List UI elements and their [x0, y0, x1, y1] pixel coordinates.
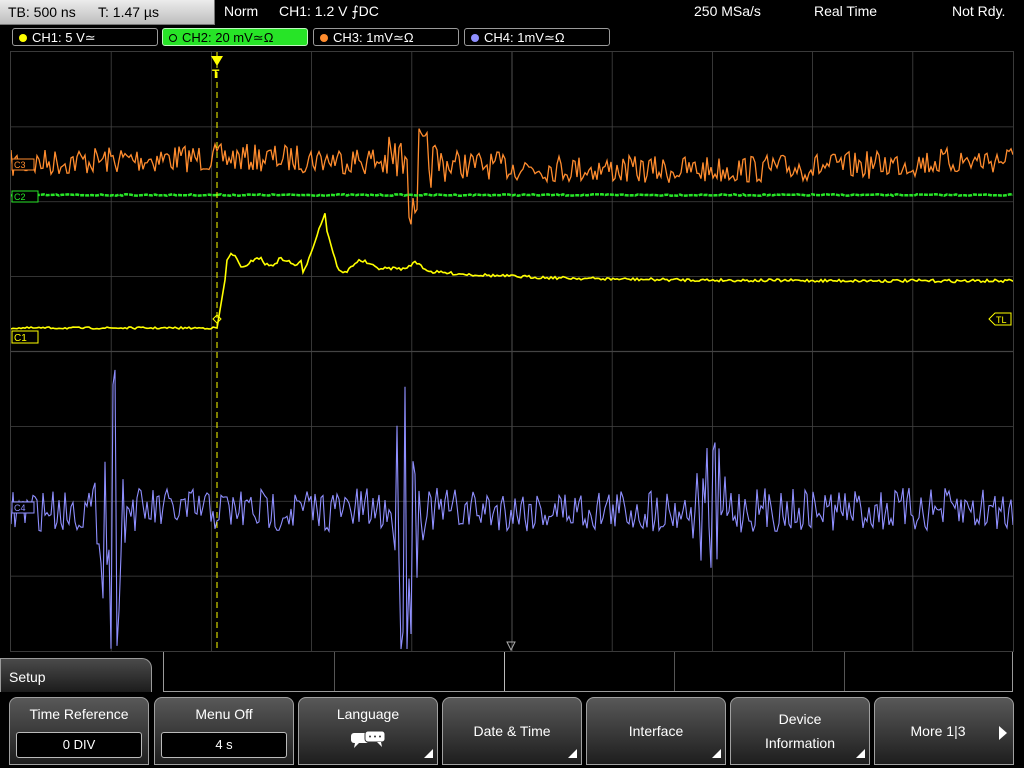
ch3-marker-label: C3: [14, 160, 26, 170]
ch1-label: CH1: 5 V≃: [32, 30, 96, 45]
channel-tab-ch1[interactable]: CH1: 5 V≃: [12, 28, 158, 46]
horizontal-position-icon: [506, 641, 516, 651]
acquisition-mode: Real Time: [814, 3, 878, 19]
waveform-canvas: T C3 C2 C1 C4 TL: [11, 52, 1013, 651]
time-offset-value: T: 1.47 µs: [98, 4, 159, 20]
ch2-reference-marker[interactable]: C2: [11, 190, 39, 203]
ch4-reference-marker[interactable]: C4: [11, 501, 35, 514]
ch1-reference-marker[interactable]: C1: [11, 330, 39, 344]
ch3-label: CH3: 1mV≃Ω: [333, 30, 414, 45]
submenu-corner-icon: [856, 749, 865, 758]
timebase-value: TB: 500 ns: [8, 4, 76, 20]
device-information-line2: Information: [764, 735, 836, 751]
menu-off-button[interactable]: Menu Off 4 s: [154, 697, 294, 765]
ch2-marker-label: C2: [14, 192, 26, 202]
speech-bubbles-icon: [351, 730, 386, 748]
ch2-waveform: [11, 192, 1013, 198]
time-reference-button[interactable]: Time Reference 0 DIV: [9, 697, 149, 765]
status-bar: TB: 500 ns T: 1.47 µs Norm CH1: 1.2 V ⨍D…: [0, 0, 1024, 26]
ch1-marker-label: C1: [14, 333, 27, 344]
time-reference-label: Time Reference: [29, 706, 129, 722]
timebase-box[interactable]: TB: 500 ns T: 1.47 µs: [0, 0, 215, 25]
channel-tab-ch2[interactable]: CH2: 20 mV≃Ω: [162, 28, 308, 46]
trigger-position-marker[interactable]: T: [211, 56, 223, 81]
trigger-pos-label: T: [212, 67, 220, 81]
ch2-label: CH2: 20 mV≃Ω: [182, 30, 274, 45]
menu-off-label: Menu Off: [195, 706, 253, 722]
trigger-level-marker[interactable]: TL: [988, 312, 1012, 326]
waveform-overview-strip: [163, 652, 1013, 692]
ch2-color-dot-icon: [169, 34, 177, 42]
trigger-level-label: TL: [996, 315, 1007, 325]
ch4-color-dot-icon: [471, 34, 479, 42]
acquisition-status: Not Rdy.: [952, 3, 1006, 19]
ch3-reference-marker[interactable]: C3: [11, 158, 35, 171]
language-button[interactable]: Language: [298, 697, 438, 765]
more-label: More 1|3: [910, 723, 966, 739]
date-time-button[interactable]: Date & Time: [442, 697, 582, 765]
submenu-corner-icon: [712, 749, 721, 758]
interface-label: Interface: [628, 723, 684, 739]
submenu-corner-icon: [568, 749, 577, 758]
sample-rate: 250 MSa/s: [694, 3, 761, 19]
graticule: [11, 52, 1013, 651]
ch3-color-dot-icon: [320, 34, 328, 42]
time-reference-value: 0 DIV: [16, 732, 142, 758]
ch1-color-dot-icon: [19, 34, 27, 42]
trigger-mode: Norm: [224, 3, 259, 19]
ch4-marker-label: C4: [14, 503, 26, 513]
channel-tab-ch4[interactable]: CH4: 1mV≃Ω: [464, 28, 610, 46]
channel-tab-ch3[interactable]: CH3: 1mV≃Ω: [313, 28, 459, 46]
language-label: Language: [336, 706, 400, 722]
submenu-corner-icon: [424, 749, 433, 758]
ch4-label: CH4: 1mV≃Ω: [484, 30, 565, 45]
date-time-label: Date & Time: [473, 723, 551, 739]
device-information-line1: Device: [778, 711, 822, 727]
trigger-info: CH1: 1.2 V ⨍DC: [279, 3, 379, 19]
menu-off-value: 4 s: [161, 732, 287, 758]
next-page-arrow-icon: [999, 726, 1007, 740]
waveform-display[interactable]: T C3 C2 C1 C4 TL: [10, 51, 1014, 652]
menu-title: Setup: [0, 658, 152, 692]
more-button[interactable]: More 1|3: [874, 697, 1014, 765]
interface-button[interactable]: Interface: [586, 697, 726, 765]
device-information-button[interactable]: Device Information: [730, 697, 870, 765]
